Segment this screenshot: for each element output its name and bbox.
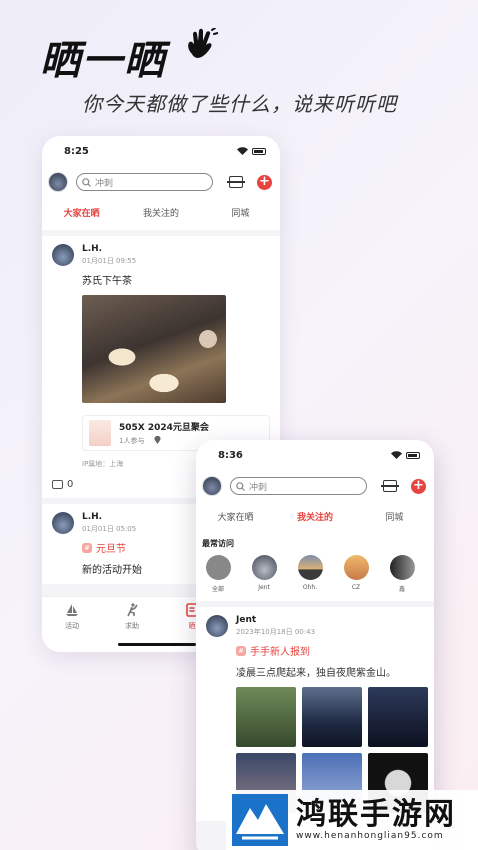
avatar xyxy=(389,555,415,580)
sparkle-icon xyxy=(205,555,231,580)
recent-user[interactable]: Jent xyxy=(250,555,278,593)
feed-tabs: 大家在晒 我关注的 同城 xyxy=(196,502,434,534)
wifi-icon xyxy=(237,147,248,155)
search-icon xyxy=(82,177,91,187)
post-photo[interactable] xyxy=(82,295,226,403)
wifi-icon xyxy=(391,451,402,459)
frequent-visits-title: 最常访问 xyxy=(196,534,434,549)
tag-icon: # xyxy=(236,645,246,656)
recent-label: 鑫 xyxy=(398,586,405,593)
location-pin-icon xyxy=(154,436,161,444)
nav-label: 求助 xyxy=(125,622,139,630)
topic-tag-label: 手手新人报到 xyxy=(250,647,310,658)
avatar xyxy=(343,555,369,580)
search-icon xyxy=(236,481,245,491)
tab-local[interactable]: 同城 xyxy=(201,198,280,230)
tag-icon: # xyxy=(82,542,92,553)
sailboat-icon xyxy=(66,604,78,616)
avatar xyxy=(251,555,277,580)
top-bar: 冲刺 + xyxy=(196,470,434,502)
status-time: 8:25 xyxy=(64,145,89,157)
recent-all[interactable]: 全部 xyxy=(204,555,232,593)
nav-label: 活动 xyxy=(65,622,79,630)
comment-count: 0 xyxy=(67,479,74,490)
top-bar: 冲刺 + xyxy=(42,166,280,198)
recent-label: CZ xyxy=(351,584,361,591)
watermark-name: 鸿联手游网 xyxy=(296,797,456,832)
post-time: 01月01日 09:55 xyxy=(82,257,137,265)
tab-everyone[interactable]: 大家在晒 xyxy=(42,198,121,230)
topic-tag[interactable]: # 手手新人报到 xyxy=(236,643,424,658)
watermark-url: www.henanhonglian95.com xyxy=(296,831,444,841)
tab-everyone[interactable]: 大家在晒 xyxy=(196,502,275,534)
event-participants: 1人参与 xyxy=(119,437,145,445)
scan-icon[interactable] xyxy=(227,176,245,188)
status-time: 8:36 xyxy=(218,449,243,461)
nav-activities[interactable]: 活动 xyxy=(42,597,102,652)
feed-tabs: 大家在晒 我关注的 同城 xyxy=(42,198,280,230)
recent-user[interactable]: Ohh. xyxy=(296,555,324,593)
post-photo[interactable] xyxy=(302,687,362,747)
post-author[interactable]: Jent xyxy=(236,615,315,625)
frequent-visits-list: 全部 Jent Ohh. CZ 鑫 xyxy=(196,549,434,601)
user-avatar[interactable] xyxy=(48,172,68,192)
phone-screenshot-following: 8:36 冲刺 + 大家在晒 我关注的 同城 最常访问 全部 Jent Ohh. xyxy=(196,440,434,850)
post-time: 01月01日 05:05 xyxy=(82,525,137,533)
post-author[interactable]: L.H. xyxy=(82,244,136,254)
scan-icon[interactable] xyxy=(381,480,399,492)
tab-following[interactable]: 我关注的 xyxy=(275,502,354,534)
tab-local[interactable]: 同城 xyxy=(355,502,434,534)
tab-following[interactable]: 我关注的 xyxy=(121,198,200,230)
page-headline: 晒一晒 xyxy=(40,38,166,84)
event-thumbnail xyxy=(89,420,111,446)
recent-label: 全部 xyxy=(211,586,224,593)
battery-icon xyxy=(252,147,266,155)
home-indicator xyxy=(118,643,196,646)
add-post-button[interactable]: + xyxy=(257,174,272,190)
search-input[interactable]: 冲刺 xyxy=(230,477,367,495)
battery-icon xyxy=(406,451,420,459)
topic-tag-label: 元旦节 xyxy=(96,544,126,555)
recent-label: Ohh. xyxy=(302,584,318,591)
search-placeholder: 冲刺 xyxy=(95,178,114,189)
comment-icon xyxy=(52,480,63,489)
nav-label: 晒 xyxy=(188,622,196,630)
add-post-button[interactable]: + xyxy=(411,478,426,494)
feed-post[interactable]: Jent 2023年10月18日 00:43 # 手手新人报到 凌晨三点爬起来，… xyxy=(196,607,434,821)
post-photo[interactable] xyxy=(368,687,428,747)
page-subtitle: 你今天都做了些什么，说来听听吧 xyxy=(82,92,397,116)
post-time: 2023年10月18日 00:43 xyxy=(236,628,316,636)
status-bar: 8:25 xyxy=(42,136,280,166)
avatar[interactable] xyxy=(52,244,74,266)
post-text: 苏氏下午茶 xyxy=(82,276,132,287)
search-input[interactable]: 冲刺 xyxy=(76,173,213,191)
recent-user[interactable]: CZ xyxy=(342,555,370,593)
status-bar: 8:36 xyxy=(196,440,434,470)
waving-hand-icon xyxy=(188,28,218,58)
avatar[interactable] xyxy=(52,512,74,534)
search-placeholder: 冲刺 xyxy=(249,482,268,493)
avatar[interactable] xyxy=(206,615,228,637)
user-avatar[interactable] xyxy=(202,476,222,496)
site-watermark: 鸿联手游网 www.henanhonglian95.com xyxy=(226,790,478,850)
recent-user[interactable]: 鑫 xyxy=(388,555,416,593)
climber-icon xyxy=(127,603,138,617)
post-text: 凌晨三点爬起来，独自夜爬紫金山。 xyxy=(236,668,396,679)
post-photo[interactable] xyxy=(236,687,296,747)
avatar xyxy=(297,555,323,580)
post-author[interactable]: L.H. xyxy=(82,512,136,522)
event-title: 505X 2024元旦聚会 xyxy=(119,423,209,433)
recent-label: Jent xyxy=(258,584,270,591)
watermark-logo xyxy=(232,794,288,846)
